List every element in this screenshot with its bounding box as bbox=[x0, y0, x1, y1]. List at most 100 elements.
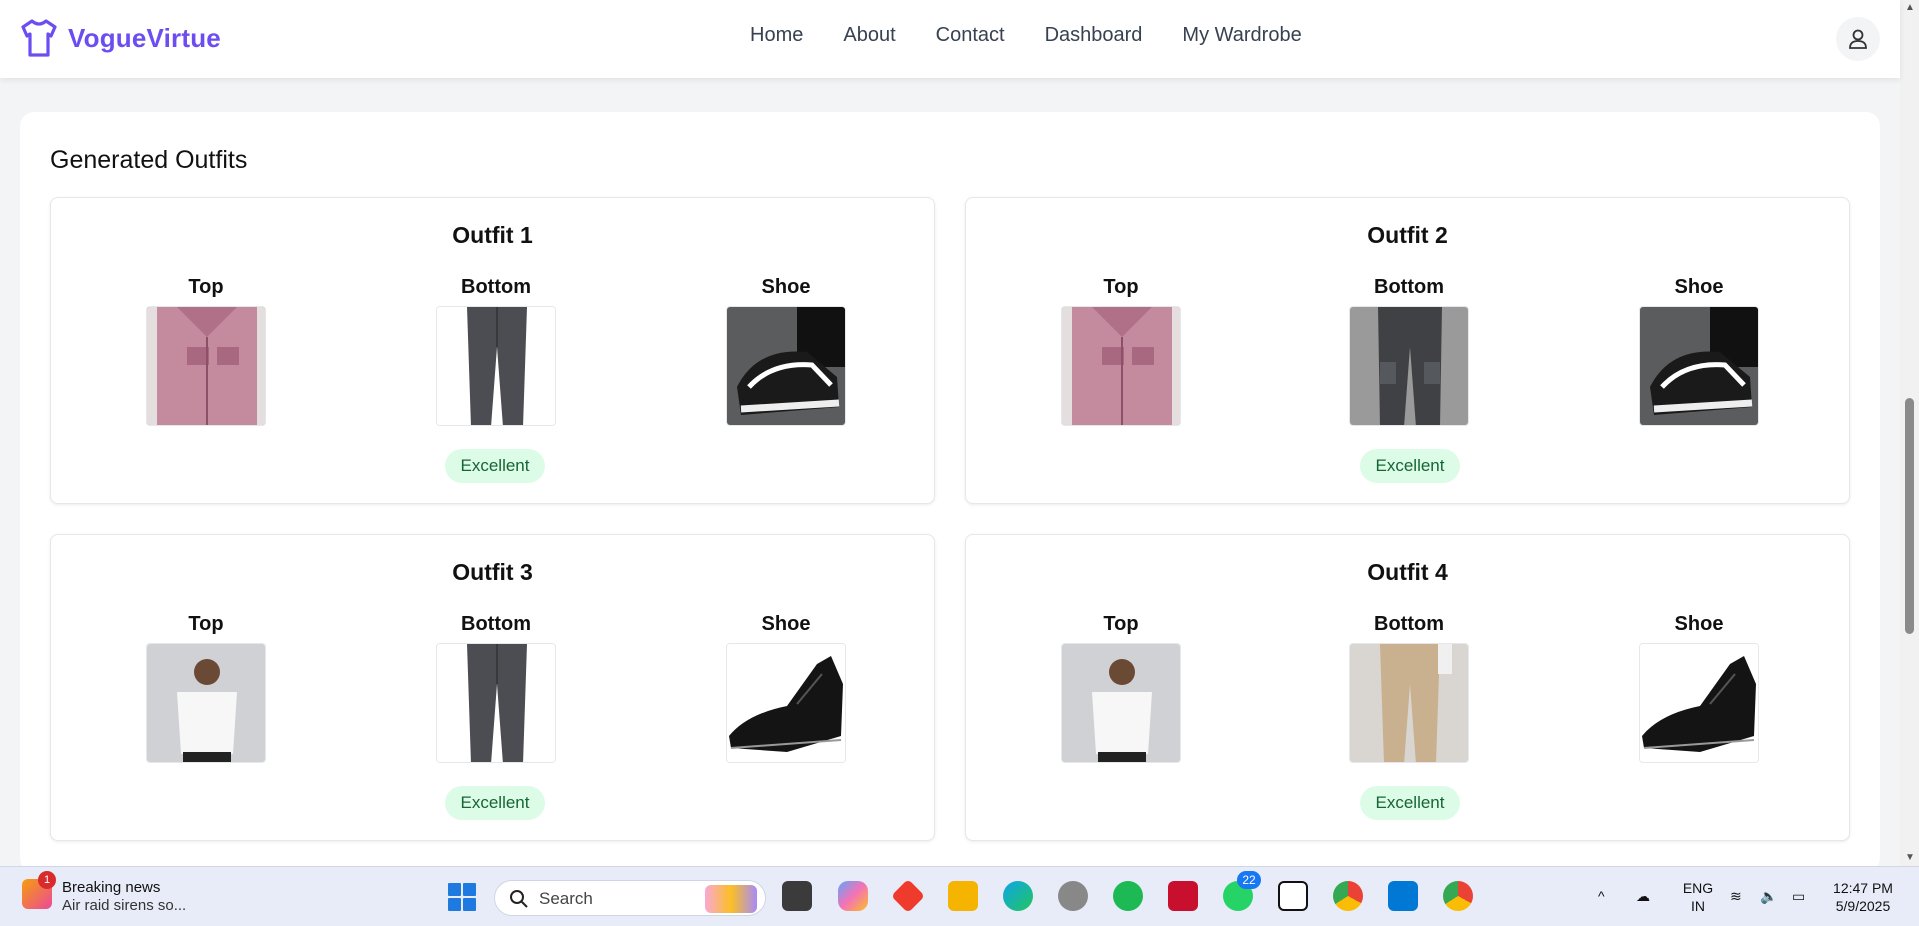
shoe-label: Shoe bbox=[1674, 613, 1724, 635]
file-explorer-icon[interactable] bbox=[948, 881, 978, 911]
notion-icon[interactable] bbox=[1278, 881, 1308, 911]
outfit-shoe: Shoe bbox=[1639, 276, 1759, 426]
outfit-top: Top bbox=[146, 276, 266, 426]
bottom-label: Bottom bbox=[1374, 276, 1444, 298]
chrome-icon[interactable] bbox=[1333, 881, 1363, 911]
clock-app-icon[interactable] bbox=[1058, 881, 1088, 911]
black-oxford-image[interactable] bbox=[1639, 643, 1759, 763]
nav-home[interactable]: Home bbox=[750, 24, 803, 47]
white-tshirt-image[interactable] bbox=[1061, 643, 1181, 763]
app-red-diamond-icon[interactable] bbox=[891, 879, 925, 913]
pink-shirt-image[interactable] bbox=[1061, 306, 1181, 426]
news-widget[interactable]: 1 Breaking news Air raid sirens so... bbox=[22, 871, 187, 915]
search-highlight-icon bbox=[705, 885, 757, 913]
mcafee-icon[interactable] bbox=[1168, 881, 1198, 911]
edge-icon[interactable] bbox=[1003, 881, 1033, 911]
patterned-sneakers-image[interactable] bbox=[1639, 306, 1759, 426]
vscode-icon[interactable] bbox=[1388, 881, 1418, 911]
black-oxford-image[interactable] bbox=[726, 643, 846, 763]
section-title: Generated Outfits bbox=[50, 146, 248, 174]
top-label: Top bbox=[1103, 613, 1139, 635]
outfit-title: Outfit 2 bbox=[1367, 222, 1448, 248]
outfit-title: Outfit 1 bbox=[452, 222, 533, 248]
nav-my-wardrobe[interactable]: My Wardrobe bbox=[1182, 24, 1301, 47]
scroll-thumb[interactable] bbox=[1905, 398, 1914, 634]
top-label: Top bbox=[188, 276, 224, 298]
outfit-shoe: Shoe bbox=[726, 613, 846, 763]
rating-badge: Excellent bbox=[445, 449, 545, 483]
vertical-scrollbar[interactable]: ▲ ▼ bbox=[1900, 0, 1919, 866]
scroll-up-icon[interactable]: ▲ bbox=[1905, 2, 1915, 13]
top-label: Top bbox=[1103, 276, 1139, 298]
white-tshirt-image[interactable] bbox=[146, 643, 266, 763]
shoe-label: Shoe bbox=[761, 613, 811, 635]
volume-icon[interactable]: 🔈 bbox=[1760, 867, 1777, 926]
whatsapp-count-badge: 22 bbox=[1237, 871, 1261, 889]
outfits-panel: Generated Outfits Outfit 1 Top Bottom Sh… bbox=[20, 112, 1880, 872]
nav-about[interactable]: About bbox=[843, 24, 895, 47]
news-count-badge: 1 bbox=[38, 871, 56, 889]
rating-badge: Excellent bbox=[1360, 786, 1460, 820]
shoe-label: Shoe bbox=[1674, 276, 1724, 298]
outfit-shoe: Shoe bbox=[1639, 613, 1759, 763]
nav-dashboard[interactable]: Dashboard bbox=[1045, 24, 1143, 47]
beige-chinos-image[interactable] bbox=[1349, 643, 1469, 763]
outfit-top: Top bbox=[1061, 613, 1181, 763]
nav-contact[interactable]: Contact bbox=[936, 24, 1005, 47]
news-icon: 1 bbox=[22, 871, 56, 909]
copilot-icon[interactable] bbox=[838, 881, 868, 911]
outfit-title: Outfit 3 bbox=[452, 559, 533, 585]
windows-start-icon[interactable] bbox=[448, 883, 476, 911]
top-label: Top bbox=[188, 613, 224, 635]
clock[interactable]: 12:47 PM 5/9/2025 bbox=[1828, 867, 1898, 926]
rating-badge: Excellent bbox=[1360, 449, 1460, 483]
profile-button[interactable] bbox=[1836, 17, 1880, 61]
shoe-label: Shoe bbox=[761, 276, 811, 298]
gray-trousers-image[interactable] bbox=[436, 306, 556, 426]
outfit-bottom: Bottom bbox=[1349, 613, 1469, 763]
bottom-label: Bottom bbox=[461, 613, 531, 635]
brand[interactable]: VogueVirtue bbox=[20, 18, 221, 58]
tray-overflow-icon[interactable]: ^ bbox=[1598, 867, 1605, 926]
language-indicator[interactable]: ENG IN bbox=[1680, 867, 1716, 926]
outfit-bottom: Bottom bbox=[1349, 276, 1469, 426]
outfit-bottom: Bottom bbox=[436, 276, 556, 426]
outfit-card: Outfit 1 Top Bottom Shoe Excellent bbox=[50, 197, 935, 504]
search-placeholder: Search bbox=[539, 889, 593, 908]
pink-shirt-image[interactable] bbox=[146, 306, 266, 426]
whatsapp-icon[interactable]: 22 bbox=[1223, 871, 1261, 911]
outfit-bottom: Bottom bbox=[436, 613, 556, 763]
cargo-pants-image[interactable] bbox=[1349, 306, 1469, 426]
bottom-label: Bottom bbox=[1374, 613, 1444, 635]
wifi-icon[interactable]: ≋ bbox=[1730, 867, 1742, 926]
bottom-label: Bottom bbox=[461, 276, 531, 298]
chrome-active-icon[interactable] bbox=[1443, 881, 1473, 911]
language-code: ENG bbox=[1682, 880, 1714, 896]
region-code: IN bbox=[1691, 898, 1705, 914]
news-subtitle: Air raid sirens so... bbox=[62, 897, 187, 914]
gray-trousers-image[interactable] bbox=[436, 643, 556, 763]
outfit-card: Outfit 2 Top Bottom Shoe Excellent bbox=[965, 197, 1850, 504]
patterned-sneakers-image[interactable] bbox=[726, 306, 846, 426]
outfit-top: Top bbox=[1061, 276, 1181, 426]
rating-badge: Excellent bbox=[445, 786, 545, 820]
onedrive-icon[interactable]: ☁ bbox=[1636, 867, 1650, 926]
windows-taskbar: 1 Breaking news Air raid sirens so... Se… bbox=[0, 866, 1919, 926]
outfit-top: Top bbox=[146, 613, 266, 763]
tshirt-logo-icon bbox=[21, 19, 57, 57]
battery-icon[interactable]: ▭ bbox=[1792, 867, 1805, 926]
spotify-icon[interactable] bbox=[1113, 881, 1143, 911]
taskbar-search[interactable]: Search bbox=[494, 880, 766, 916]
task-view-icon[interactable] bbox=[782, 881, 812, 911]
outfit-shoe: Shoe bbox=[726, 276, 846, 426]
news-title: Breaking news bbox=[62, 879, 161, 896]
top-navbar: VogueVirtue Home About Contact Dashboard… bbox=[0, 0, 1900, 78]
outfit-card: Outfit 3 Top Bottom Shoe Excellent bbox=[50, 534, 935, 841]
user-icon bbox=[1849, 29, 1867, 49]
scroll-down-icon[interactable]: ▼ bbox=[1905, 852, 1915, 863]
search-icon bbox=[510, 890, 528, 908]
brand-name: VogueVirtue bbox=[68, 22, 221, 53]
outfit-card: Outfit 4 Top Bottom Shoe Excellent bbox=[965, 534, 1850, 841]
main-nav: Home About Contact Dashboard My Wardrobe bbox=[750, 24, 1302, 47]
clock-date: 5/9/2025 bbox=[1835, 898, 1891, 914]
